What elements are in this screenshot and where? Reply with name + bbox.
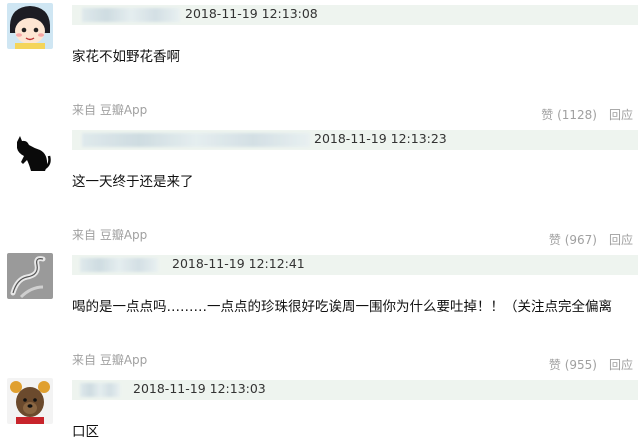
comment-item: 2018-11-19 12:13:03 口区 bbox=[0, 375, 641, 440]
username-blurred[interactable] bbox=[82, 133, 310, 147]
user-avatar[interactable] bbox=[7, 253, 53, 299]
like-button[interactable]: 赞 (1128) bbox=[541, 108, 597, 122]
comment-source: 来自 豆瓣App bbox=[72, 228, 148, 242]
comment-actions: 赞 (967) 回应 bbox=[549, 231, 633, 248]
reply-button[interactable]: 回应 bbox=[609, 233, 633, 247]
reply-button[interactable]: 回应 bbox=[609, 108, 633, 122]
comment-text: 这一天终于还是来了 bbox=[72, 174, 194, 190]
cartoon-girl-avatar-icon bbox=[7, 3, 53, 49]
user-avatar[interactable] bbox=[7, 3, 53, 49]
comment-item: 2018-11-19 12:13:08 家花不如野花香啊 来自 豆瓣App 赞 … bbox=[0, 0, 641, 125]
silver-ribbon-icon bbox=[7, 253, 53, 299]
comment-actions: 赞 (955) 回应 bbox=[549, 356, 633, 373]
comment-timestamp: 2018-11-19 12:12:41 bbox=[172, 256, 305, 271]
like-button[interactable]: 赞 (967) bbox=[549, 233, 597, 247]
user-avatar[interactable] bbox=[7, 378, 53, 424]
comment-text: 口区 bbox=[72, 424, 99, 440]
comment-actions: 赞 (1128) 回应 bbox=[541, 106, 633, 123]
comment-source: 来自 豆瓣App bbox=[72, 103, 148, 117]
comment-source: 来自 豆瓣App bbox=[72, 353, 148, 367]
comment-text: 家花不如野花香啊 bbox=[72, 49, 180, 65]
comment-timestamp: 2018-11-19 12:13:08 bbox=[185, 6, 318, 21]
comment-item: 2018-11-19 12:13:23 这一天终于还是来了 来自 豆瓣App 赞… bbox=[0, 125, 641, 250]
username-blurred[interactable] bbox=[80, 383, 120, 397]
comment-header: 2018-11-19 12:13:23 bbox=[72, 130, 638, 150]
comment-header: 2018-11-19 12:13:08 bbox=[72, 5, 638, 25]
comment-timestamp: 2018-11-19 12:13:23 bbox=[314, 131, 447, 146]
reply-button[interactable]: 回应 bbox=[609, 358, 633, 372]
comment-header: 2018-11-19 12:12:41 bbox=[72, 255, 638, 275]
comment-text: 喝的是一点点吗………一点点的珍珠很好吃诶周一围你为什么要吐掉！！（关注点完全偏离 bbox=[72, 299, 612, 315]
comment-timestamp: 2018-11-19 12:13:03 bbox=[133, 381, 266, 396]
user-avatar[interactable] bbox=[7, 128, 53, 174]
black-cat-silhouette-icon bbox=[7, 128, 53, 174]
username-blurred[interactable] bbox=[80, 258, 158, 272]
comment-header: 2018-11-19 12:13:03 bbox=[72, 380, 638, 400]
comment-item: 2018-11-19 12:12:41 喝的是一点点吗………一点点的珍珠很好吃诶… bbox=[0, 250, 641, 375]
like-button[interactable]: 赞 (955) bbox=[549, 358, 597, 372]
username-blurred[interactable] bbox=[82, 8, 180, 22]
dog-costume-icon bbox=[7, 378, 53, 424]
